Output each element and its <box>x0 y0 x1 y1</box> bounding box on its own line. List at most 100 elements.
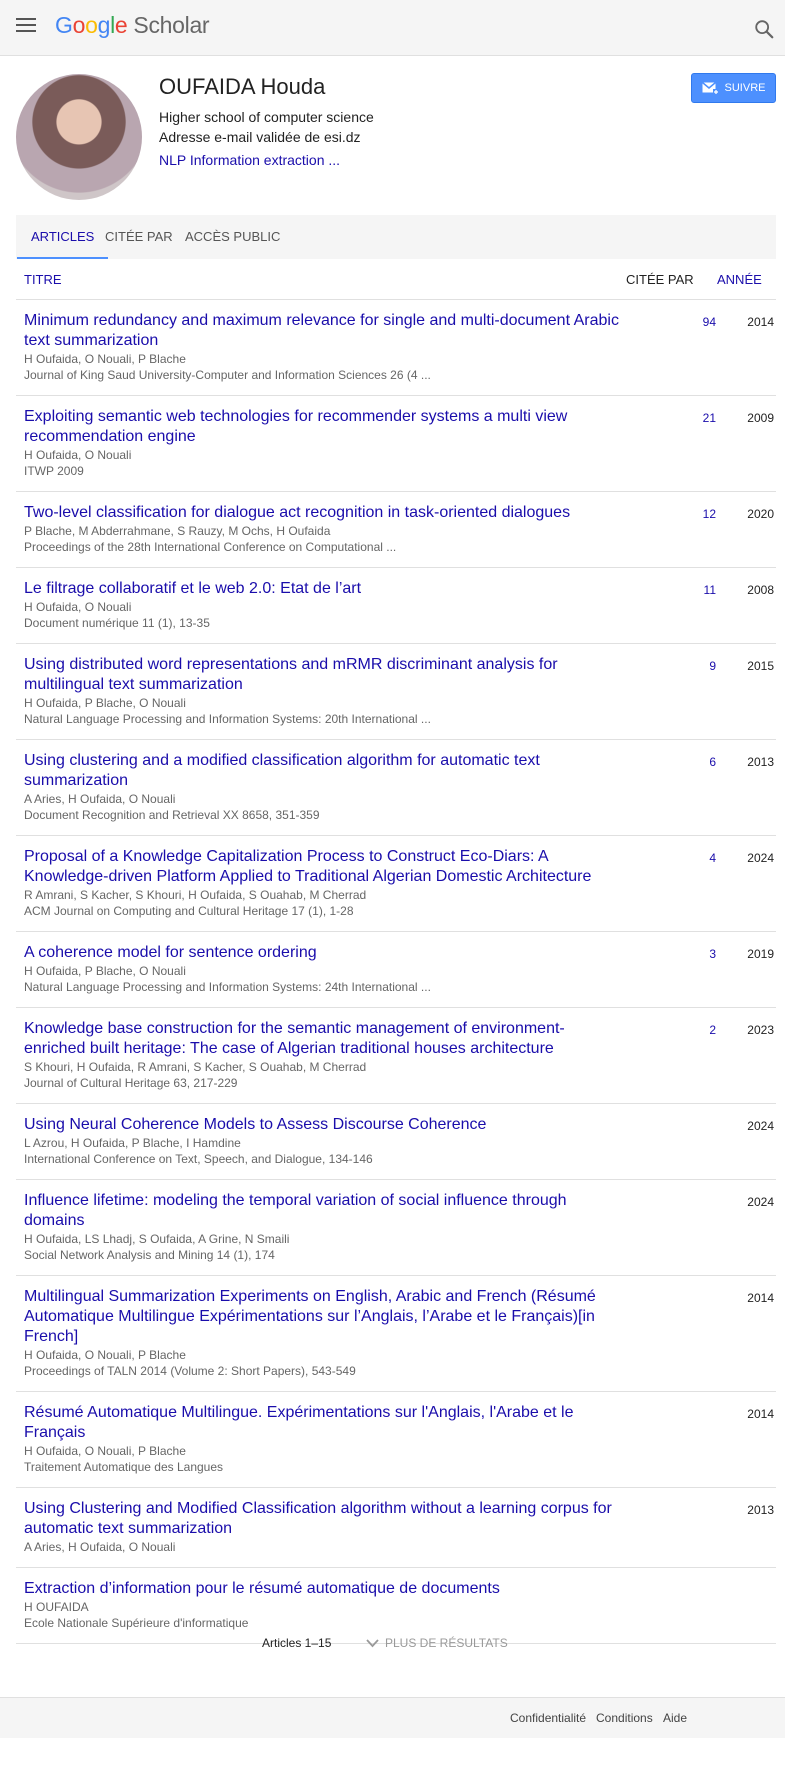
article-venue: Journal of King Saud University-Computer… <box>24 368 431 382</box>
tabs-bar: ARTICLES CITÉE PAR ACCÈS PUBLIC <box>16 215 776 259</box>
article-authors: H Oufaida, O Nouali <box>24 600 132 614</box>
chevron-down-icon <box>366 1638 379 1647</box>
more-results-button[interactable]: PLUS DE RÉSULTATS <box>366 1636 508 1650</box>
article-cited-count[interactable]: 12 <box>676 507 716 521</box>
article-cited-count[interactable]: 21 <box>676 411 716 425</box>
table-row: Using clustering and a modified classifi… <box>16 740 776 836</box>
footer: Confidentialité Conditions Aide <box>0 1697 785 1738</box>
article-title-link[interactable]: Proposal of a Knowledge Capitalization P… <box>24 847 626 887</box>
article-authors: H Oufaida, P Blache, O Nouali <box>24 964 186 978</box>
article-cited-count[interactable]: 11 <box>676 583 716 597</box>
article-title-link[interactable]: Exploiting semantic web technologies for… <box>24 407 626 447</box>
article-title-link[interactable]: Minimum redundancy and maximum relevance… <box>24 311 626 351</box>
article-authors: H Oufaida, O Nouali, P Blache <box>24 1444 186 1458</box>
avatar <box>16 74 142 200</box>
article-title-link[interactable]: Two-level classification for dialogue ac… <box>24 503 626 523</box>
article-venue: Proceedings of TALN 2014 (Volume 2: Shor… <box>24 1364 356 1378</box>
profile-affiliation: Higher school of computer science <box>159 109 374 125</box>
article-venue: Proceedings of the 28th International Co… <box>24 540 397 554</box>
article-authors: R Amrani, S Kacher, S Khouri, H Oufaida,… <box>24 888 367 902</box>
article-cited-count[interactable]: 4 <box>676 851 716 865</box>
table-row: A coherence model for sentence ordering … <box>16 932 776 1008</box>
article-cited-count[interactable]: 3 <box>676 947 716 961</box>
table-row: Influence lifetime: modeling the tempora… <box>16 1180 776 1276</box>
google-scholar-logo[interactable]: Google Scholar <box>55 12 210 39</box>
article-venue: Social Network Analysis and Mining 14 (1… <box>24 1248 275 1262</box>
column-year-header[interactable]: ANNÉE <box>717 272 762 287</box>
article-venue: ACM Journal on Computing and Cultural He… <box>24 904 354 918</box>
article-title-link[interactable]: Using Clustering and Modified Classifica… <box>24 1499 626 1539</box>
article-authors: H Oufaida, O Nouali, P Blache <box>24 352 186 366</box>
article-authors: L Azrou, H Oufaida, P Blache, I Hamdine <box>24 1136 241 1150</box>
search-icon[interactable] <box>753 18 775 40</box>
footer-privacy-link[interactable]: Confidentialité <box>510 1711 586 1725</box>
article-year: 2008 <box>747 583 774 597</box>
tab-cited-by[interactable]: CITÉE PAR <box>105 215 173 259</box>
column-cited-header[interactable]: CITÉE PAR <box>626 272 694 287</box>
table-row: Minimum redundancy and maximum relevance… <box>16 300 776 396</box>
article-year: 2014 <box>747 1291 774 1305</box>
top-bar: Google Scholar <box>0 0 785 56</box>
article-cited-count[interactable]: 6 <box>676 755 716 769</box>
table-row: Multilingual Summarization Experiments o… <box>16 1276 776 1392</box>
table-row: Two-level classification for dialogue ac… <box>16 492 776 568</box>
tab-public-access[interactable]: ACCÈS PUBLIC <box>185 215 280 259</box>
article-title-link[interactable]: Extraction d’information pour le résumé … <box>24 1579 626 1599</box>
article-year: 2014 <box>747 1407 774 1421</box>
article-title-link[interactable]: Le filtrage collaboratif et le web 2.0: … <box>24 579 626 599</box>
article-authors: P Blache, M Abderrahmane, S Rauzy, M Och… <box>24 524 331 538</box>
table-row: Using Clustering and Modified Classifica… <box>16 1488 776 1568</box>
article-year: 2019 <box>747 947 774 961</box>
follow-label: SUIVRE <box>724 82 766 94</box>
table-row: Résumé Automatique Multilingue. Expérime… <box>16 1392 776 1488</box>
tab-articles[interactable]: ARTICLES <box>16 215 109 259</box>
article-year: 2024 <box>747 851 774 865</box>
article-venue: International Conference on Text, Speech… <box>24 1152 373 1166</box>
article-title-link[interactable]: Résumé Automatique Multilingue. Expérime… <box>24 1403 626 1443</box>
footer-help-link[interactable]: Aide <box>663 1711 687 1725</box>
article-year: 2020 <box>747 507 774 521</box>
article-venue: Journal of Cultural Heritage 63, 217-229 <box>24 1076 238 1090</box>
article-year: 2024 <box>747 1195 774 1209</box>
column-title-header[interactable]: TITRE <box>24 272 62 287</box>
article-title-link[interactable]: Multilingual Summarization Experiments o… <box>24 1287 626 1347</box>
profile-name: OUFAIDA Houda <box>159 74 326 99</box>
table-row: Using distributed word representations a… <box>16 644 776 740</box>
profile-interests-link[interactable]: NLP Information extraction ... <box>159 152 340 168</box>
article-title-link[interactable]: Knowledge base construction for the sema… <box>24 1019 626 1059</box>
article-cited-count[interactable]: 94 <box>676 315 716 329</box>
table-row: Using Neural Coherence Models to Assess … <box>16 1104 776 1180</box>
article-authors: H Oufaida, LS Lhadj, S Oufaida, A Grine,… <box>24 1232 290 1246</box>
article-venue: Natural Language Processing and Informat… <box>24 712 431 726</box>
article-cited-count[interactable]: 2 <box>676 1023 716 1037</box>
footer-terms-link[interactable]: Conditions <box>596 1711 653 1725</box>
article-authors: H Oufaida, P Blache, O Nouali <box>24 696 186 710</box>
article-venue: ITWP 2009 <box>24 464 84 478</box>
follow-button[interactable]: SUIVRE <box>691 73 776 103</box>
logo-scholar-text: Scholar <box>133 12 210 38</box>
table-row: Le filtrage collaboratif et le web 2.0: … <box>16 568 776 644</box>
article-year: 2015 <box>747 659 774 673</box>
article-cited-count[interactable]: 9 <box>676 659 716 673</box>
article-title-link[interactable]: Using Neural Coherence Models to Assess … <box>24 1115 626 1135</box>
article-title-link[interactable]: Using distributed word representations a… <box>24 655 626 695</box>
article-title-link[interactable]: Using clustering and a modified classifi… <box>24 751 626 791</box>
article-authors: H OUFAIDA <box>24 1600 89 1614</box>
article-list: Minimum redundancy and maximum relevance… <box>16 300 776 1644</box>
article-authors: H Oufaida, O Nouali, P Blache <box>24 1348 186 1362</box>
article-title-link[interactable]: A coherence model for sentence ordering <box>24 943 626 963</box>
article-year: 2013 <box>747 755 774 769</box>
article-venue: Document numérique 11 (1), 13-35 <box>24 616 210 630</box>
menu-icon[interactable] <box>16 18 38 36</box>
profile-section: OUFAIDA Houda Higher school of computer … <box>0 57 785 215</box>
article-year: 2023 <box>747 1023 774 1037</box>
article-venue: Document Recognition and Retrieval XX 86… <box>24 808 320 822</box>
email-plus-icon <box>701 81 719 95</box>
article-authors: A Aries, H Oufaida, O Nouali <box>24 1540 176 1554</box>
table-row: Exploiting semantic web technologies for… <box>16 396 776 492</box>
article-authors: A Aries, H Oufaida, O Nouali <box>24 792 176 806</box>
article-title-link[interactable]: Influence lifetime: modeling the tempora… <box>24 1191 626 1231</box>
article-authors: H Oufaida, O Nouali <box>24 448 132 462</box>
more-results-label: PLUS DE RÉSULTATS <box>385 1636 508 1650</box>
article-year: 2009 <box>747 411 774 425</box>
